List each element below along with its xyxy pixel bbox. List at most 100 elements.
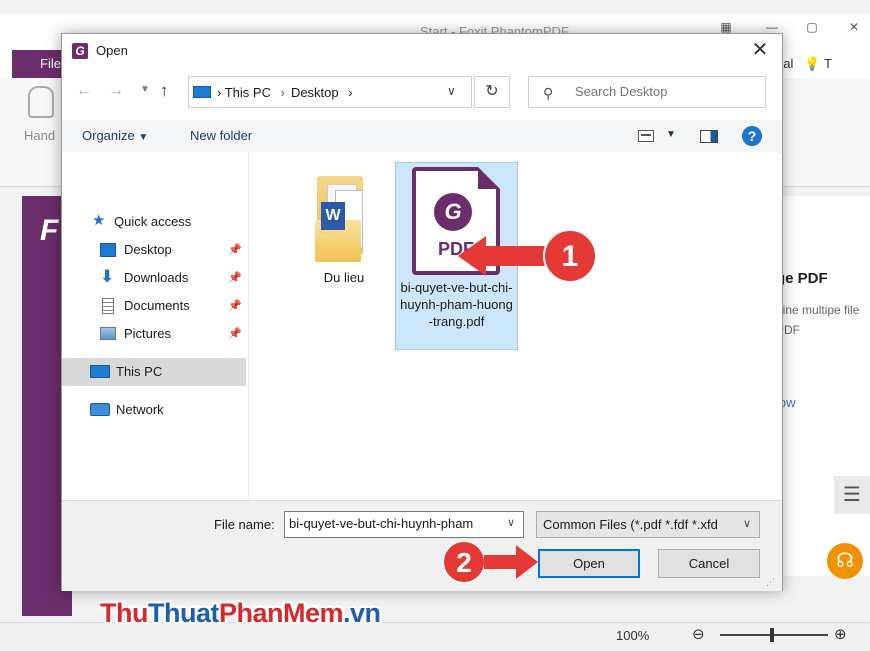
- annotation-marker-2: 2: [442, 540, 538, 584]
- open-dialog: G Open ✕ ← → ▼ ↑ › This PC › Desktop › ∨ …: [61, 33, 783, 591]
- chevron-down-icon[interactable]: ∨: [507, 516, 515, 529]
- nav-item-desktop[interactable]: Desktop 📌: [62, 236, 246, 264]
- chevron-down-icon: ∨: [743, 518, 752, 530]
- nav-label: Desktop: [124, 242, 172, 257]
- nav-item-pictures[interactable]: Pictures 📌: [62, 320, 246, 348]
- pin-icon: 📌: [228, 244, 242, 256]
- nav-this-pc[interactable]: This PC: [62, 358, 246, 386]
- pin-icon: 📌: [228, 328, 242, 340]
- breadcrumb-desktop[interactable]: Desktop: [291, 85, 339, 100]
- tutorial-tab[interactable]: rial 💡 T: [776, 56, 832, 72]
- zoom-level[interactable]: 100%: [616, 628, 649, 643]
- address-dropdown-icon[interactable]: ∨: [447, 84, 456, 98]
- preview-pane-icon[interactable]: [700, 130, 718, 143]
- nav-item-downloads[interactable]: ⬇ Downloads 📌: [62, 264, 246, 292]
- resize-grip-icon[interactable]: ⋰: [766, 577, 775, 588]
- search-box[interactable]: ⚲: [528, 76, 766, 108]
- pin-icon: 📌: [228, 300, 242, 312]
- dialog-close-button[interactable]: ✕: [745, 38, 775, 62]
- word-doc-icon: W: [321, 202, 345, 230]
- watermark-part: .vn: [343, 598, 381, 628]
- help-icon[interactable]: ?: [742, 126, 762, 146]
- navigation-pane: ★ Quick access Desktop 📌 ⬇ Downloads 📌 D…: [62, 152, 249, 500]
- file-name-label: File name:: [214, 517, 275, 532]
- nav-label: Quick access: [114, 214, 192, 229]
- download-arrow-icon: ⬇: [100, 267, 115, 286]
- dialog-titlebar: [62, 34, 782, 66]
- headset-help-icon[interactable]: ☊: [827, 543, 863, 579]
- right-panel: [775, 196, 870, 576]
- view-options-chevron-icon[interactable]: ▼: [666, 129, 676, 140]
- nav-quick-access[interactable]: ★ Quick access: [62, 208, 246, 236]
- up-arrow-icon[interactable]: ↑: [160, 81, 169, 101]
- nav-item-documents[interactable]: Documents 📌: [62, 292, 246, 320]
- file-name: bi-quyet-ve-but-chi-huynh-pham-huong-tra…: [400, 280, 513, 329]
- breadcrumb-separator-icon: ›: [348, 85, 353, 100]
- nav-label: Documents: [124, 298, 190, 313]
- watermark-part: Thuat: [147, 598, 220, 628]
- hand-tool-icon[interactable]: [28, 86, 54, 118]
- network-icon: [90, 403, 110, 416]
- foxit-logo-icon: G: [72, 43, 88, 59]
- marker-arrow: [484, 545, 538, 579]
- chevron-down-icon: ▼: [138, 132, 149, 143]
- star-icon: ★: [92, 212, 106, 229]
- pictures-icon: [100, 327, 116, 340]
- hand-tool-label: Hand: [24, 128, 56, 143]
- search-icon: ⚲: [543, 85, 554, 101]
- pin-icon: 📌: [228, 272, 242, 284]
- merge-pdf-description: bine multipe file PDF: [776, 303, 860, 337]
- address-bar[interactable]: › This PC › Desktop › ∨: [188, 76, 472, 108]
- nav-label: Downloads: [124, 270, 189, 285]
- dialog-title: Open: [96, 43, 128, 58]
- command-bar: Organize ▼ New folder ▼ ?: [62, 120, 782, 153]
- file-type-value: Common Files (*.pdf *.fdf *.xfd: [543, 517, 718, 532]
- restore-icon[interactable]: ▢: [802, 20, 822, 36]
- nav-label: Network: [116, 402, 164, 417]
- file-name-combobox[interactable]: ∨: [284, 511, 524, 538]
- organize-button[interactable]: Organize ▼: [82, 128, 148, 143]
- change-view-icon[interactable]: [638, 130, 654, 142]
- breadcrumb-separator-icon: ›: [280, 85, 285, 100]
- merge-pdf-title: ge PDF: [776, 270, 828, 287]
- back-arrow-icon[interactable]: ←: [76, 82, 92, 100]
- breadcrumb: › This PC › Desktop ›: [217, 85, 353, 100]
- documents-icon: [102, 298, 114, 314]
- watermark-part: Thu: [100, 598, 148, 628]
- close-window-icon[interactable]: ✕: [844, 20, 864, 36]
- file-name: Du lieu: [323, 270, 365, 285]
- zoom-slider-thumb[interactable]: [770, 628, 774, 642]
- cancel-button[interactable]: Cancel: [658, 549, 760, 578]
- search-input[interactable]: [573, 83, 757, 100]
- this-pc-icon: [90, 365, 110, 378]
- forward-arrow-icon[interactable]: →: [108, 82, 124, 100]
- lightbulb-icon[interactable]: 💡: [804, 56, 820, 71]
- breadcrumb-separator-icon: ›: [217, 85, 222, 100]
- watermark-part: PhanMem: [218, 598, 344, 628]
- foxit-logo-icon: G: [434, 193, 472, 231]
- file-type-select[interactable]: Common Files (*.pdf *.fdf *.xfd ∨: [536, 511, 760, 538]
- marker-number: 2: [456, 547, 472, 578]
- recent-locations-chevron-icon[interactable]: ▼: [140, 84, 150, 95]
- organize-label: Organize: [82, 128, 135, 143]
- marker-number: 1: [562, 240, 579, 273]
- desktop-icon: [100, 243, 116, 257]
- nav-label: Pictures: [124, 326, 171, 341]
- nav-label: This PC: [116, 364, 163, 379]
- watermark: ThuThuatPhanMem.vn: [100, 598, 381, 629]
- start-logo: F: [40, 214, 59, 247]
- annotation-marker-1: 1: [458, 229, 596, 283]
- breadcrumb-this-pc[interactable]: This PC: [225, 85, 271, 100]
- zoom-in-icon[interactable]: ⊕: [834, 625, 847, 643]
- dialog-footer: File name: ∨ Common Files (*.pdf *.fdf *…: [62, 500, 782, 591]
- refresh-button[interactable]: ↻: [474, 76, 510, 108]
- open-button[interactable]: Open: [538, 549, 640, 578]
- zoom-out-icon[interactable]: ⊖: [692, 625, 705, 643]
- new-folder-button[interactable]: New folder: [190, 128, 252, 143]
- file-list: W Du lieu G PDF bi-quyet-ve-but-chi-huyn…: [249, 152, 780, 500]
- nav-network[interactable]: Network: [62, 396, 246, 424]
- list-view-icon[interactable]: ☰: [834, 476, 870, 514]
- file-name-input[interactable]: [289, 516, 499, 531]
- folder-item[interactable]: W Du lieu: [299, 172, 389, 292]
- zoom-slider[interactable]: [720, 634, 828, 636]
